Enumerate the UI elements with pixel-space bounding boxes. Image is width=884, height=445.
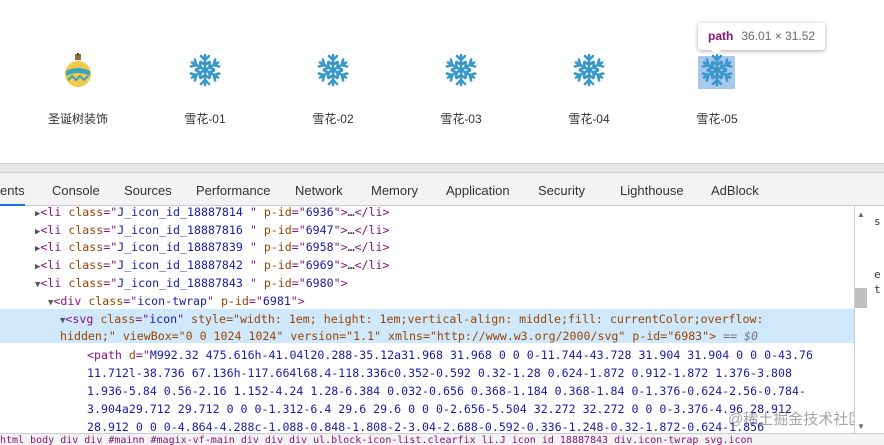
styles-pane xyxy=(854,206,884,433)
dom-breadcrumb[interactable]: html body div div #mainn #magix-vf-main … xyxy=(0,433,884,445)
dom-node-li[interactable]: ▶<li class="J_icon_id_18887842 " p-id="6… xyxy=(35,256,389,274)
path-data-line: 1.936-5.84 0.56-2.16 1.152-4.24 1.28-6.3… xyxy=(87,384,806,398)
tab-memory[interactable]: Memory xyxy=(371,173,418,206)
watermark: @稀土掘金技术社区 xyxy=(728,411,864,428)
dom-node-svg-attrs: hidden;" viewBox="0 0 1024 1024" version… xyxy=(60,329,759,343)
icon-item-snowflake-03[interactable] xyxy=(401,52,521,88)
scroll-down-arrow-icon[interactable]: ▼ xyxy=(857,422,865,431)
snowflake-icon xyxy=(315,52,351,88)
snowflake-icon xyxy=(187,52,223,88)
icon-label: 雪花-01 xyxy=(184,112,226,126)
icon-label: 圣诞树装饰 xyxy=(47,112,108,126)
dom-node-svg-selected[interactable]: ▼<svg class="icon" style="width: 1em; he… xyxy=(60,310,763,328)
inspect-tooltip: path 36.01 × 31.52 xyxy=(698,23,826,50)
dom-node-path[interactable]: <path d="M992.32 475.616h-41.04l20.288-3… xyxy=(87,346,813,364)
dom-node-div[interactable]: ▼<div class="icon-twrap" p-id="6981"> xyxy=(48,292,305,310)
tab-performance[interactable]: Performance xyxy=(196,173,270,206)
icon-item-snowflake-01[interactable] xyxy=(145,52,265,88)
scrollbar-thumb[interactable] xyxy=(855,288,867,308)
devtools-resizer[interactable] xyxy=(0,163,884,173)
icon-gallery: 圣诞树装饰 雪花-01 雪花-02 雪花-03 雪花-04 雪花-05 path… xyxy=(0,0,884,163)
scroll-up-arrow-icon[interactable]: ▲ xyxy=(857,210,865,219)
tab-security[interactable]: Security xyxy=(538,173,585,206)
devtools-tabbar: ents Console Sources Performance Network… xyxy=(0,173,884,206)
snowflake-icon xyxy=(443,52,479,88)
icon-item-snowflake-04[interactable] xyxy=(529,52,649,88)
path-data-line: 3.904a29.712 29.712 0 0 0-1.312-6.4 29.6… xyxy=(87,402,792,416)
tab-lighthouse[interactable]: Lighthouse xyxy=(620,173,684,206)
tooltip-arrow xyxy=(710,49,722,55)
snowflake-icon xyxy=(571,52,607,88)
styles-pane-text: t xyxy=(874,283,881,296)
icon-label: 雪花-03 xyxy=(440,112,482,126)
icon-label: 雪花-05 xyxy=(696,112,738,126)
dom-node-li[interactable]: ▶<li class="J_icon_id_18887814 " p-id="6… xyxy=(35,206,389,221)
snowflake-icon xyxy=(699,52,735,88)
tooltip-tag: path xyxy=(708,29,734,43)
tab-application[interactable]: Application xyxy=(446,173,510,206)
styles-pane-text: s xyxy=(874,215,881,228)
tab-console[interactable]: Console xyxy=(52,173,100,206)
tab-elements[interactable]: ents xyxy=(0,173,25,206)
tab-sources[interactable]: Sources xyxy=(124,173,172,206)
styles-pane-text: e xyxy=(874,268,881,281)
path-data-line: 28.912 0 0 0-4.864-4.288c-1.088-0.848-1.… xyxy=(87,420,765,433)
elements-tree[interactable]: ▶<li class="J_icon_id_18887814 " p-id="6… xyxy=(0,206,854,433)
icon-item-snowflake-02[interactable] xyxy=(273,52,393,88)
dom-node-li[interactable]: ▶<li class="J_icon_id_18887839 " p-id="6… xyxy=(35,238,389,256)
icon-label: 雪花-04 xyxy=(568,112,610,126)
dom-node-li-expanded[interactable]: ▼<li class="J_icon_id_18887843 " p-id="6… xyxy=(35,274,348,292)
icon-label: 雪花-02 xyxy=(312,112,354,126)
icon-item-snowflake-05[interactable] xyxy=(657,52,777,88)
dom-node-li[interactable]: ▶<li class="J_icon_id_18887816 " p-id="6… xyxy=(35,221,389,239)
tab-adblock[interactable]: AdBlock xyxy=(711,173,759,206)
tooltip-dimensions: 36.01 × 31.52 xyxy=(741,29,816,43)
christmas-ornament-icon xyxy=(65,53,91,87)
path-data-line: 11.712l-38.736 67.136h-117.664l68.4-118.… xyxy=(87,366,792,380)
icon-item-ornament[interactable] xyxy=(18,52,138,90)
tab-network[interactable]: Network xyxy=(295,173,343,206)
